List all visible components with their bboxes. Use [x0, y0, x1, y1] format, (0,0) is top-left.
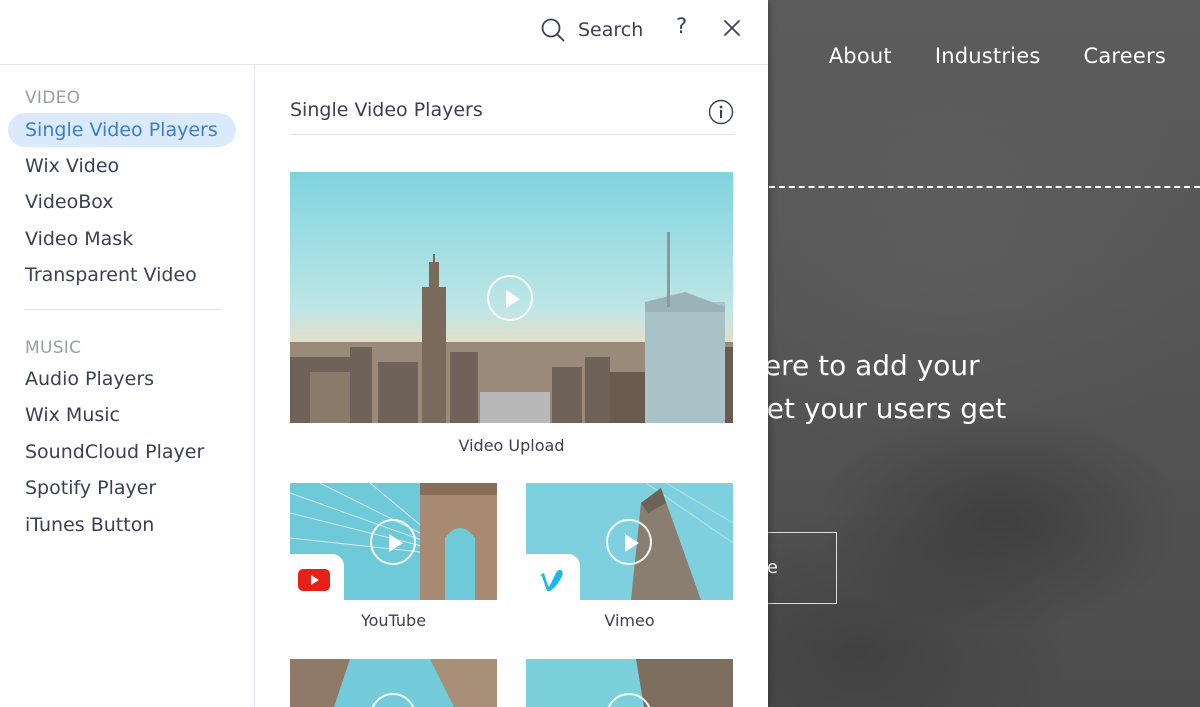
youtube-icon	[298, 569, 330, 591]
category-item[interactable]: VideoBox	[25, 191, 114, 213]
search-label: Search	[578, 19, 644, 41]
play-icon	[606, 519, 652, 565]
video-thumbnail[interactable]	[290, 659, 497, 707]
video-thumbnail[interactable]	[526, 659, 733, 707]
search-icon	[541, 18, 565, 42]
youtube-thumbnail[interactable]	[290, 483, 497, 600]
nav-about[interactable]: About	[829, 44, 892, 68]
card-caption: Vimeo	[604, 611, 655, 630]
category-item[interactable]: Wix Music	[25, 404, 120, 426]
category-item[interactable]: iTunes Button	[25, 514, 154, 536]
panel-header: Search ?	[0, 0, 768, 65]
section-divider	[24, 309, 220, 310]
youtube-badge	[290, 554, 344, 600]
add-panel: Search ? VIDEO Single Video Players Wix …	[0, 0, 768, 707]
site-nav: About Industries Careers	[829, 44, 1166, 68]
info-icon[interactable]	[708, 99, 734, 125]
category-item[interactable]: Spotify Player	[25, 477, 156, 499]
category-item[interactable]: Audio Players	[25, 368, 154, 390]
close-icon[interactable]	[723, 19, 741, 37]
card-caption: YouTube	[360, 611, 427, 630]
vimeo-icon	[540, 569, 563, 591]
vimeo-badge	[526, 554, 580, 600]
category-item[interactable]: Wix Video	[25, 155, 119, 177]
nav-careers[interactable]: Careers	[1083, 44, 1166, 68]
help-button[interactable]: ?	[676, 14, 687, 38]
section-title-video: VIDEO	[25, 88, 81, 108]
site-button-label: e	[766, 557, 778, 578]
category-item[interactable]: Transparent Video	[25, 264, 197, 286]
category-list: VIDEO Single Video Players Wix Video Vid…	[0, 65, 255, 707]
category-item[interactable]: Video Mask	[25, 228, 133, 250]
category-item[interactable]: Single Video Players	[25, 119, 218, 141]
content-divider	[290, 134, 735, 135]
video-upload-thumbnail[interactable]	[290, 172, 733, 423]
vimeo-thumbnail[interactable]	[526, 483, 733, 600]
category-item[interactable]: SoundCloud Player	[25, 441, 204, 463]
content-title: Single Video Players	[290, 99, 483, 121]
play-icon	[487, 275, 533, 321]
content-area: Single Video Players Video Upload YouTub…	[255, 65, 768, 707]
card-caption: Video Upload	[458, 436, 565, 455]
search-button[interactable]: Search	[540, 17, 643, 43]
section-divider	[769, 186, 1200, 188]
play-icon	[370, 519, 416, 565]
section-title-music: MUSIC	[25, 338, 82, 358]
nav-industries[interactable]: Industries	[935, 44, 1041, 68]
